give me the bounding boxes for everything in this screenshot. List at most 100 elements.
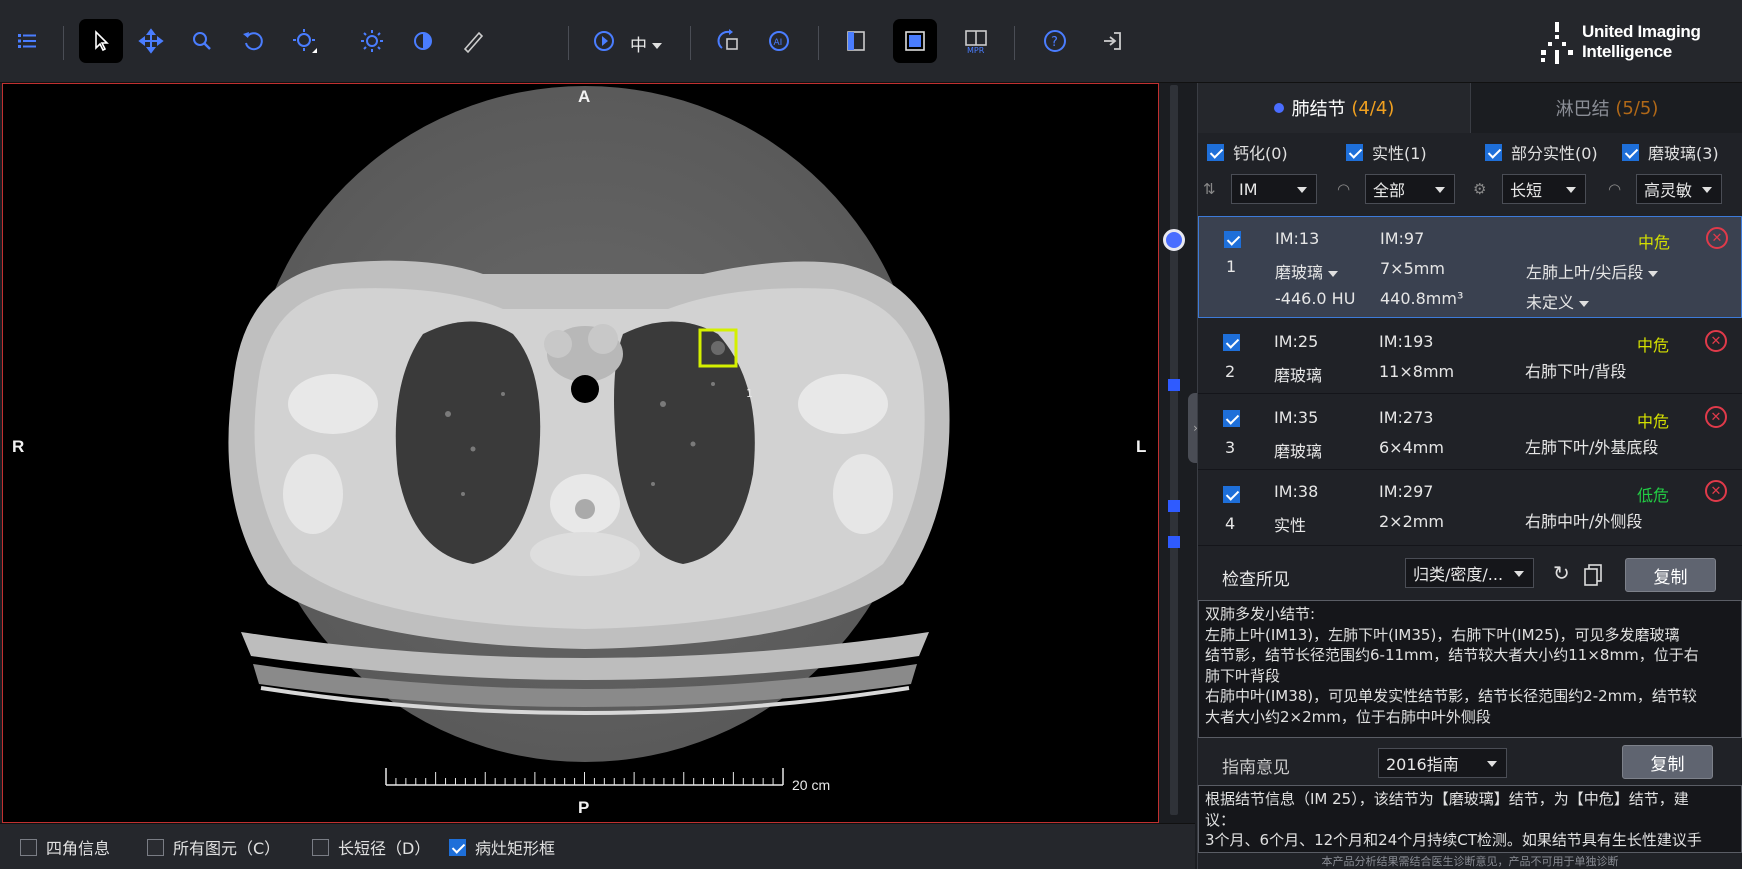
scale-label: 20 cm: [792, 777, 831, 793]
checkbox[interactable]: [1622, 143, 1639, 161]
nodule-checkbox[interactable]: [1223, 486, 1240, 503]
checkbox[interactable]: [147, 838, 164, 856]
nodule-type-dropdown[interactable]: 磨玻璃: [1275, 259, 1339, 283]
svg-text:AI: AI: [774, 38, 783, 48]
nodule-checkbox[interactable]: [1223, 334, 1240, 351]
nodule-volume: 440.8mm³: [1380, 289, 1464, 308]
sensitivity-dropdown[interactable]: 高灵敏: [1636, 174, 1722, 204]
filter-calcified[interactable]: 钙化(0): [1207, 141, 1288, 163]
nodule-size: 11×8mm: [1379, 362, 1455, 381]
orientation-left: L: [1136, 437, 1147, 456]
slice-marker[interactable]: [1168, 500, 1180, 512]
pointer-icon[interactable]: [79, 19, 123, 63]
zoom-level-dropdown[interactable]: 中: [630, 31, 662, 56]
nodule-im-range: IM:193: [1379, 332, 1434, 351]
checkbox[interactable]: [20, 838, 37, 856]
checkbox[interactable]: [449, 838, 466, 856]
option-corner-info[interactable]: 四角信息: [20, 837, 110, 858]
option-long-short-axis[interactable]: 长短径（D）: [312, 837, 430, 858]
nodule-checkbox[interactable]: [1223, 410, 1240, 427]
single-view-icon[interactable]: [893, 19, 937, 63]
brand-logo: United Imaging Intelligence: [1530, 18, 1740, 66]
orientation-right: R: [12, 437, 25, 456]
nodule-im: IM:13: [1275, 229, 1320, 248]
nodule-risk: 低危: [1637, 486, 1670, 505]
checkbox[interactable]: [1346, 143, 1363, 161]
nodule-index: 2: [1225, 362, 1236, 381]
help-icon[interactable]: ?: [1033, 19, 1077, 63]
settings-icon: ⚙: [1473, 180, 1487, 198]
play-icon[interactable]: [582, 19, 626, 63]
checkbox[interactable]: [1485, 143, 1502, 161]
gauge-icon: ◠: [1337, 180, 1351, 198]
delete-nodule-icon[interactable]: ✕: [1705, 480, 1727, 502]
mpr-icon[interactable]: MPR: [954, 19, 998, 63]
checkbox[interactable]: [312, 838, 329, 856]
layout-icon[interactable]: [834, 19, 878, 63]
nodule-im-range: IM:97: [1380, 229, 1425, 248]
disclaimer-text: 本产品分析结果需结合医生诊断意见，产品不可用于单独诊断: [1321, 855, 1619, 868]
nodule-risk: 中危: [1638, 233, 1671, 252]
delete-nodule-icon[interactable]: ✕: [1705, 406, 1727, 428]
sync-icon[interactable]: [707, 19, 751, 63]
findings-textarea[interactable]: 双肺多发小结节: 左肺上叶(IM13)，左肺下叶(IM35)，右肺下叶(IM25…: [1198, 600, 1742, 738]
guideline-textarea[interactable]: 根据结节信息（IM 25），该结节为【磨玻璃】结节，为【中危】结节，建 议： 3…: [1198, 785, 1742, 853]
invert-icon[interactable]: [401, 19, 445, 63]
delete-nodule-icon[interactable]: ✕: [1705, 330, 1727, 352]
nodule-im-range: IM:273: [1379, 408, 1434, 427]
guideline-dropdown[interactable]: 2016指南: [1378, 748, 1507, 778]
viewer-options-bar: 四角信息 所有图元（C） 长短径（D） 病灶矩形框: [0, 823, 1195, 869]
rotate-icon[interactable]: [231, 19, 275, 63]
nodule-marker-label: 1: [746, 387, 753, 400]
checkbox[interactable]: [1207, 143, 1224, 161]
zoom-icon[interactable]: [180, 19, 224, 63]
option-all-annotations[interactable]: 所有图元（C）: [147, 837, 280, 858]
nodule-im-range: IM:297: [1379, 482, 1434, 501]
sort-dropdown[interactable]: IM: [1231, 174, 1317, 204]
ct-image: [228, 86, 950, 786]
option-lesion-box[interactable]: 病灶矩形框: [449, 837, 555, 858]
nodule-status-dropdown[interactable]: 未定义: [1526, 289, 1590, 313]
nodule-card-3[interactable]: 3 IM:35 磨玻璃 IM:273 6×4mm 左肺下叶/外基底段 中危 ✕: [1198, 394, 1742, 470]
slice-marker[interactable]: [1168, 536, 1180, 548]
sort-icon: ⇅: [1203, 180, 1216, 198]
slice-marker[interactable]: [1168, 379, 1180, 391]
findings-copy-button[interactable]: 复制: [1625, 558, 1716, 592]
exit-icon[interactable]: [1090, 19, 1134, 63]
nodule-index: 3: [1225, 438, 1236, 457]
ct-viewer[interactable]: A P R L 20 cm 1: [2, 83, 1159, 823]
pan-icon[interactable]: [129, 19, 173, 63]
nodule-index: 4: [1225, 514, 1236, 533]
nodule-card-2[interactable]: 2 IM:25 磨玻璃 IM:193 11×8mm 右肺下叶/背段 中危 ✕: [1198, 318, 1742, 394]
nodule-index: 1: [1226, 257, 1237, 276]
nodule-checkbox[interactable]: [1224, 231, 1241, 248]
orientation-posterior: P: [578, 798, 590, 817]
nodule-type: 磨玻璃: [1274, 442, 1323, 461]
filter-ground-glass[interactable]: 磨玻璃(3): [1622, 141, 1719, 163]
nodule-card-4[interactable]: 4 IM:38 实性 IM:297 2×2mm 右肺中叶/外侧段 低危 ✕: [1198, 470, 1742, 546]
guideline-label: 指南意见: [1222, 758, 1290, 778]
list-icon[interactable]: [5, 19, 49, 63]
slice-scrollbar[interactable]: [1170, 85, 1178, 815]
brightness-icon[interactable]: [350, 19, 394, 63]
delete-nodule-icon[interactable]: ✕: [1706, 227, 1728, 249]
measure-icon[interactable]: [451, 19, 495, 63]
slice-scroll-handle[interactable]: [1163, 229, 1185, 251]
tab-lung-nodule[interactable]: 肺结节 (4/4): [1198, 83, 1470, 133]
ai-icon[interactable]: AI: [757, 19, 801, 63]
nodule-type: 磨玻璃: [1274, 366, 1323, 385]
guideline-copy-button[interactable]: 复制: [1622, 745, 1713, 779]
tab-lymph-node[interactable]: 淋巴结 (5/5): [1470, 83, 1742, 133]
window-level-icon[interactable]: [283, 19, 327, 63]
risk-dropdown[interactable]: 全部: [1365, 174, 1455, 204]
findings-category-dropdown[interactable]: 归类/密度/...: [1405, 558, 1534, 588]
nodule-location-dropdown[interactable]: 左肺上叶/尖后段: [1526, 259, 1659, 283]
refresh-icon[interactable]: ↻: [1553, 561, 1570, 585]
filter-part-solid[interactable]: 部分实性(0): [1485, 141, 1598, 163]
copy-doc-icon[interactable]: [1583, 563, 1605, 587]
nodule-location: 右肺中叶/外侧段: [1525, 512, 1643, 531]
measure-dropdown[interactable]: 长短: [1502, 174, 1586, 204]
logo-icon: [1541, 22, 1573, 64]
filter-solid[interactable]: 实性(1): [1346, 141, 1427, 163]
nodule-card-1[interactable]: 1 IM:13 磨玻璃 -446.0 HU IM:97 7×5mm 440.8m…: [1198, 216, 1742, 318]
